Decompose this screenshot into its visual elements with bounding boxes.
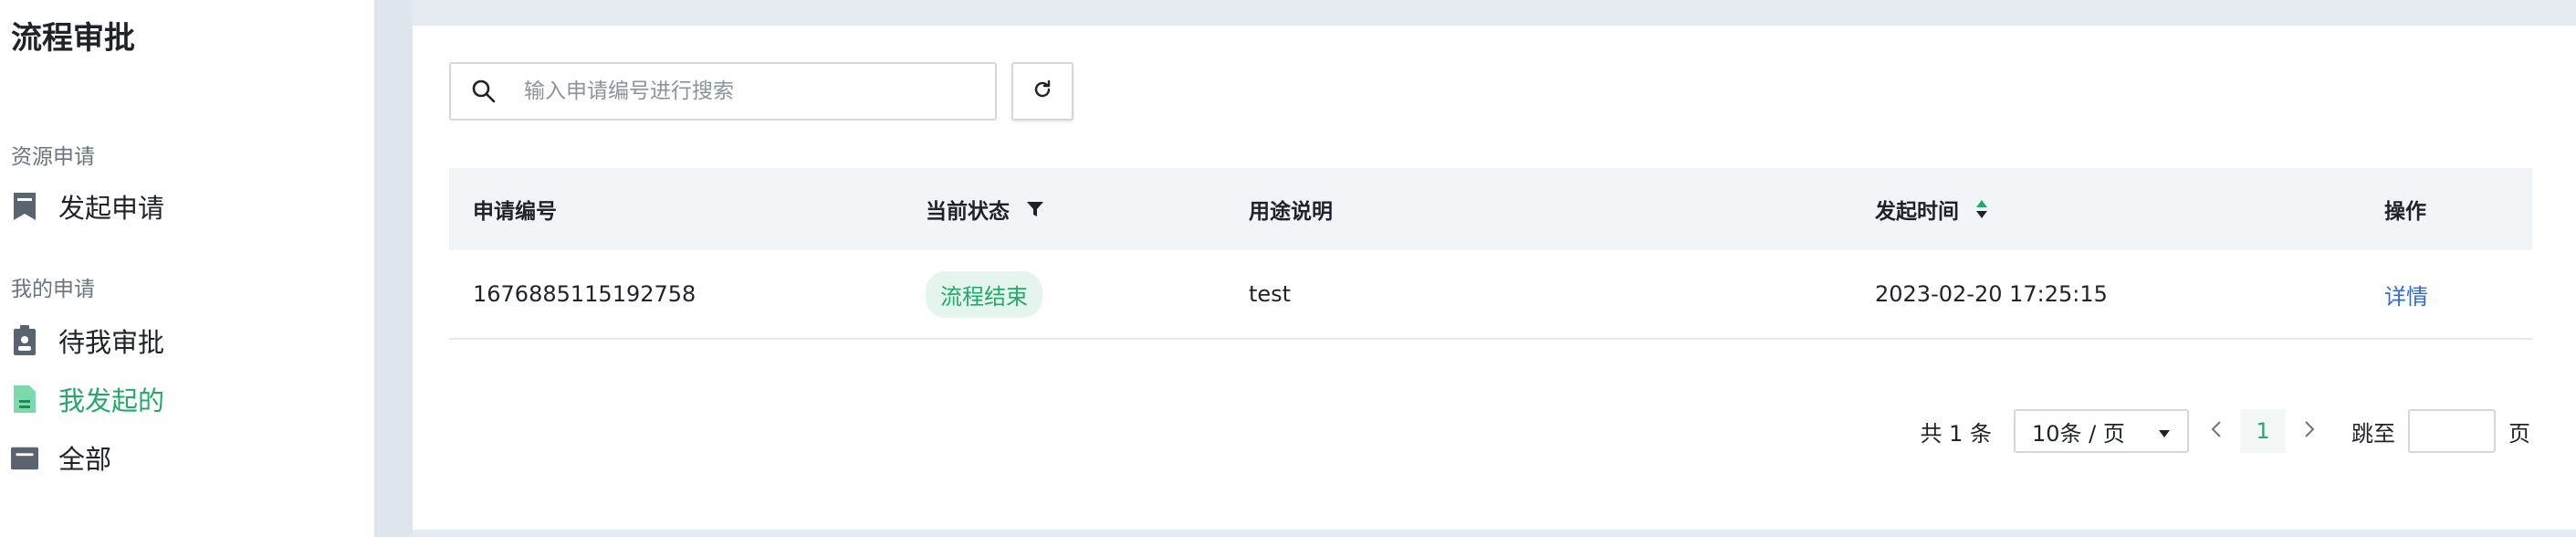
header-purpose: 用途说明 (1249, 200, 1333, 224)
search-icon (471, 79, 497, 104)
applications-table: 申请编号 当前状态 用途说明 发起时间 操作 1676885115192758 … (449, 168, 2532, 340)
sidebar-item-pending-approval[interactable]: 待我审批 (11, 320, 358, 362)
header-action: 操作 (2384, 200, 2426, 224)
cell-application-id: 1676885115192758 (473, 281, 696, 307)
cell-purpose: test (1249, 281, 1292, 307)
sidebar-item-label: 我发起的 (58, 385, 165, 416)
chevron-right-icon (2304, 418, 2315, 444)
total-count: 共 1 条 (1920, 420, 1992, 447)
filter-icon[interactable] (1026, 200, 1044, 218)
jump-label: 跳至 (2351, 420, 2395, 447)
main-card: 申请编号 当前状态 用途说明 发起时间 操作 1676885115192758 … (413, 26, 2576, 530)
page-suffix: 页 (2508, 420, 2530, 447)
search-box[interactable] (449, 62, 997, 121)
document-icon (11, 384, 38, 415)
group-title-resource: 资源申请 (11, 145, 95, 169)
cell-status: 流程结束 (926, 270, 1042, 318)
sidebar-item-all[interactable]: 全部 (11, 437, 358, 479)
bookmark-icon (11, 191, 38, 222)
sidebar-item-label: 全部 (58, 444, 112, 475)
sidebar-item-label: 待我审批 (58, 327, 165, 358)
group-title-mine: 我的申请 (11, 278, 95, 301)
header-application-id: 申请编号 (473, 200, 557, 224)
cell-time: 2023-02-20 17:25:15 (1875, 281, 2108, 307)
clipboard-user-icon (11, 325, 38, 356)
page-number[interactable]: 1 (2240, 409, 2286, 453)
sort-icon[interactable] (1975, 198, 1988, 220)
sidebar-item-my-initiated[interactable]: 我发起的 (11, 378, 358, 420)
status-badge: 流程结束 (926, 270, 1042, 318)
refresh-button[interactable] (1011, 62, 1073, 121)
page-size-value: 10条 / 页 (2032, 420, 2125, 447)
details-link[interactable]: 详情 (2384, 279, 2428, 311)
sidebar-item-label: 发起申请 (58, 193, 165, 224)
sidebar-item-new-application[interactable]: 发起申请 (11, 185, 358, 227)
sidebar-title: 流程审批 (11, 20, 135, 57)
sidebar: 流程审批 资源申请 发起申请 我的申请 待我审批 我发起的 全部 (0, 0, 374, 537)
layout-gutter (374, 0, 413, 537)
caret-down-icon (2158, 418, 2171, 444)
pagination: 共 1 条 10条 / 页 1 跳至 页 (1920, 409, 2530, 453)
folder-icon (11, 442, 38, 473)
search-input[interactable] (524, 79, 980, 103)
chevron-left-icon (2211, 418, 2222, 444)
table-header: 申请编号 当前状态 用途说明 发起时间 操作 (449, 168, 2532, 250)
header-time: 发起时间 (1875, 194, 1988, 225)
refresh-icon (1031, 79, 1053, 104)
table-row: 1676885115192758 流程结束 test 2023-02-20 17… (449, 250, 2532, 340)
jump-page-input[interactable] (2408, 409, 2496, 453)
prev-page-button[interactable] (2198, 409, 2235, 453)
cell-action: 详情 (2384, 279, 2428, 311)
header-status: 当前状态 (926, 194, 1044, 225)
next-page-button[interactable] (2291, 409, 2328, 453)
page-size-select[interactable]: 10条 / 页 (2014, 409, 2189, 453)
